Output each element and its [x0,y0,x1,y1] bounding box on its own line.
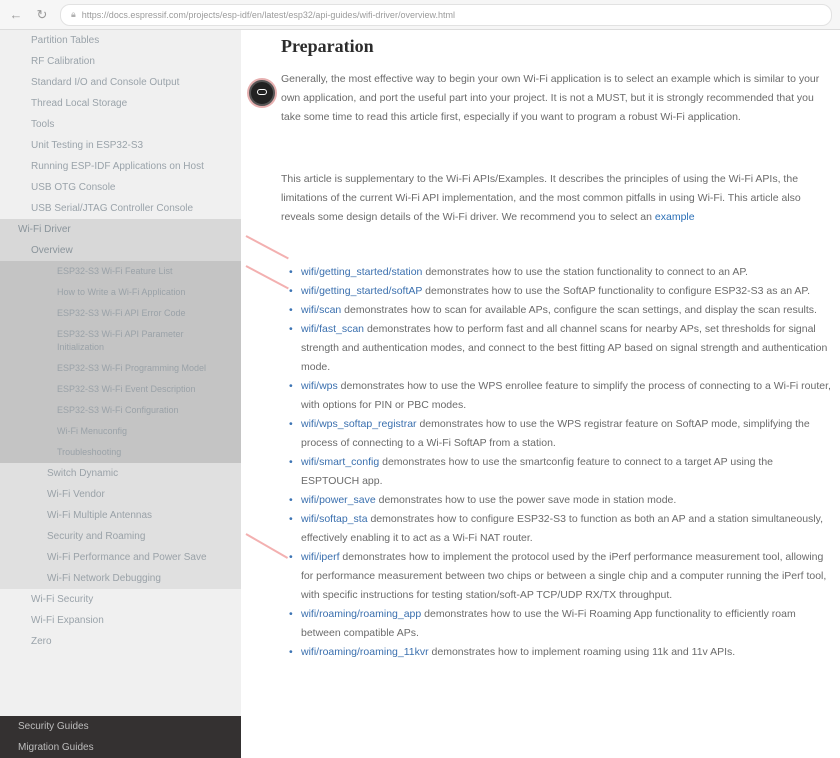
sidebar-item[interactable]: ESP32-S3 Wi-Fi Event Description [0,379,241,400]
example-list-item: wifi/power_save demonstrates how to use … [287,491,832,510]
example-link[interactable]: wifi/softap_sta [301,513,368,525]
sidebar-item[interactable]: ESP32-S3 Wi-Fi Feature List [0,261,241,282]
example-description: demonstrates how to implement the protoc… [301,551,827,601]
example-description: demonstrates how to use the SoftAP funct… [422,285,810,297]
lock-icon: 🔒︎ [71,9,76,19]
annotation-arrow [245,265,289,290]
sidebar-item[interactable]: How to Write a Wi-Fi Application [0,282,241,303]
example-list-item: wifi/wps demonstrates how to use the WPS… [287,377,832,415]
example-link[interactable]: wifi/getting_started/softAP [301,285,422,297]
example-list-item: wifi/getting_started/station demonstrate… [287,263,832,282]
sidebar-item[interactable]: Unit Testing in ESP32-S3 [0,135,241,156]
example-link[interactable]: wifi/getting_started/station [301,266,422,278]
sidebar-item[interactable]: USB Serial/JTAG Controller Console [0,198,241,219]
sidebar-item[interactable]: Wi-Fi Driver [0,219,241,240]
sidebar-item[interactable]: USB OTG Console [0,177,241,198]
sidebar-list: Partition Tables RF Calibration Standard I… [0,30,241,652]
sidebar-bottom-sections: Security Guides Migration Guides [0,716,241,758]
example-link[interactable]: wifi/fast_scan [301,323,364,335]
sidebar-nav: Partition Tables RF Calibration Standard I… [0,30,241,758]
url-text: https://docs.espressif.com/projects/esp-… [81,9,455,20]
sidebar-item[interactable]: ESP32-S3 Wi-Fi Programming Model [0,358,241,379]
annotation-arrow [245,533,289,559]
sidebar-item[interactable]: Security and Roaming [0,526,241,547]
example-description: demonstrates how to implement roaming us… [428,646,736,658]
sidebar-item[interactable]: Overview [0,240,241,261]
example-link[interactable]: wifi/wps [301,380,338,392]
example-link[interactable]: wifi/iperf [301,551,340,563]
example-description: demonstrates how to use the station func… [422,266,748,278]
sidebar-item[interactable]: Thread Local Storage [0,93,241,114]
sidebar-item[interactable]: Partition Tables [0,30,241,51]
sidebar-item[interactable]: Tools [0,114,241,135]
example-list-item: wifi/getting_started/softAP demonstrates… [287,282,832,301]
example-description: demonstrates how to perform fast and all… [301,323,828,373]
example-list-item: wifi/fast_scan demonstrates how to perfo… [287,320,832,377]
sidebar-item[interactable]: Wi-Fi Menuconfig [0,421,241,442]
example-list-item: wifi/scan demonstrates how to scan for a… [287,301,832,320]
sidebar-item[interactable]: ESP32-S3 Wi-Fi API Parameter Initializat… [0,324,241,358]
sidebar-item[interactable]: ESP32-S3 Wi-Fi API Error Code [0,303,241,324]
examples-list: wifi/getting_started/station demonstrate… [287,263,832,662]
example-description: demonstrates how to scan for available A… [341,304,817,316]
sidebar-item[interactable]: Switch Dynamic [0,463,241,484]
sidebar-item[interactable]: Zero [0,631,241,652]
sidebar-section-link[interactable]: Security Guides [0,716,241,737]
example-list-item: wifi/smart_config demonstrates how to us… [287,453,832,491]
sidebar-item[interactable]: Standard I/O and Console Output [0,72,241,93]
supplement-paragraph: This article is supplementary to the Wi-… [281,170,826,227]
annotation-arrow [245,235,289,260]
sidebar-item[interactable]: Wi-Fi Security [0,589,241,610]
example-list-item: wifi/roaming/roaming_11kvr demonstrates … [287,643,832,662]
sidebar-item[interactable]: Wi-Fi Multiple Antennas [0,505,241,526]
example-list-item: wifi/roaming/roaming_app demonstrates ho… [287,605,832,643]
sidebar-item[interactable]: Running ESP-IDF Applications on Host [0,156,241,177]
example-link[interactable]: wifi/scan [301,304,341,316]
reload-icon[interactable]: ↻ [34,7,50,23]
back-icon[interactable]: ← [8,7,24,23]
main-content: Preparation Generally, the most effectiv… [241,30,840,758]
example-link[interactable]: wifi/roaming/roaming_app [301,608,421,620]
sidebar-item[interactable]: RF Calibration [0,51,241,72]
supplement-text: This article is supplementary to the Wi-… [281,173,801,223]
page-title: Preparation [281,36,374,56]
sidebar-item[interactable]: Wi-Fi Expansion [0,610,241,631]
camera-marker-icon [249,80,275,106]
example-link[interactable]: wifi/roaming/roaming_11kvr [301,646,429,658]
sidebar-section-link[interactable]: Migration Guides [0,737,241,758]
sidebar-item[interactable]: Troubleshooting [0,442,241,463]
intro-paragraph: Generally, the most effective way to beg… [281,73,820,123]
example-description: demonstrates how to configure ESP32-S3 t… [301,513,824,544]
sidebar-item[interactable]: Wi-Fi Vendor [0,484,241,505]
sidebar-item[interactable]: Wi-Fi Network Debugging [0,568,241,589]
example-list-item: wifi/iperf demonstrates how to implement… [287,548,832,605]
example-link[interactable]: wifi/wps_softap_registrar [301,418,417,430]
example-link[interactable]: wifi/power_save [301,494,376,506]
example-link[interactable]: example [655,211,695,223]
sidebar-item[interactable]: Wi-Fi Performance and Power Save [0,547,241,568]
example-description: demonstrates how to use the power save m… [375,494,677,506]
browser-toolbar: ← ↻ 🔒︎ https://docs.espressif.com/projec… [0,0,840,30]
sidebar-item[interactable]: ESP32-S3 Wi-Fi Configuration [0,400,241,421]
example-list-item: wifi/softap_sta demonstrates how to conf… [287,510,832,548]
example-list-item: wifi/wps_softap_registrar demonstrates h… [287,415,832,453]
address-bar[interactable]: 🔒︎ https://docs.espressif.com/projects/e… [60,3,832,26]
example-link[interactable]: wifi/smart_config [301,456,379,468]
example-description: demonstrates how to use the WPS enrollee… [301,380,831,411]
